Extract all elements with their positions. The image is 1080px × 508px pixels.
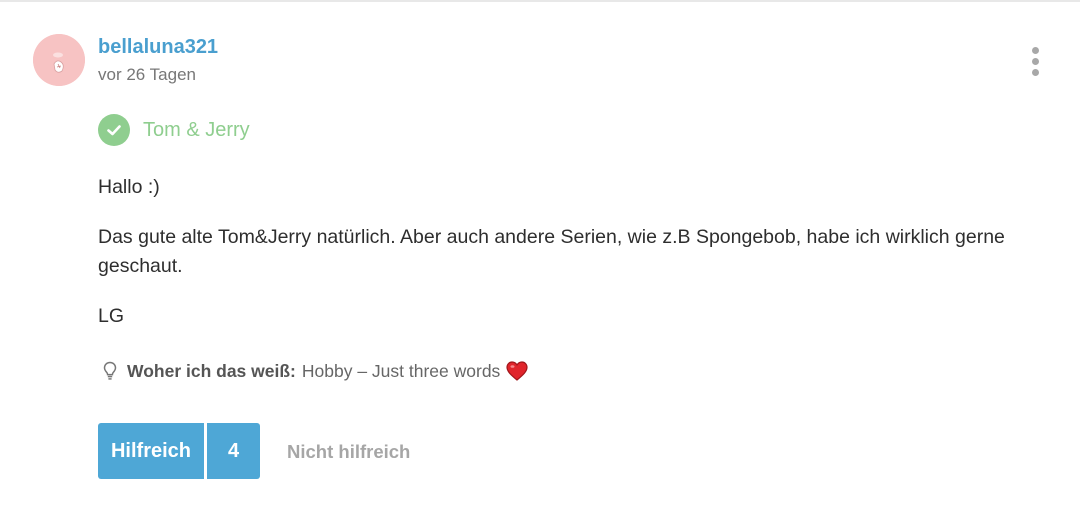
- helpful-vote-group: Hilfreich 4: [98, 423, 260, 479]
- post-paragraph: LG: [98, 305, 125, 327]
- avatar[interactable]: [33, 34, 85, 86]
- lightbulb-icon: [103, 361, 117, 381]
- source-value: Hobby – Just three words: [301, 360, 501, 381]
- more-vertical-icon: [1032, 47, 1039, 54]
- top-divider: [0, 0, 1080, 2]
- answer-choice-label: Tom & Jerry: [143, 118, 250, 141]
- source-label: Woher ich das weiß:: [127, 360, 296, 381]
- avatar-illustration-icon: [33, 34, 85, 86]
- post-paragraph: Das gute alte Tom&Jerry natürlich. Aber …: [98, 226, 1005, 277]
- author-name[interactable]: bellaluna321: [98, 36, 218, 59]
- heart-emoji-icon: [506, 361, 528, 381]
- helpful-button[interactable]: Hilfreich: [98, 423, 204, 479]
- not-helpful-button[interactable]: Nicht hilfreich: [287, 441, 410, 463]
- more-options-button[interactable]: [1022, 44, 1050, 80]
- answer-choice-tag: Tom & Jerry: [98, 114, 250, 146]
- helpful-count: 4: [207, 423, 260, 479]
- knowledge-source: Woher ich das weiß: Hobby – Just three w…: [103, 359, 528, 383]
- post-timestamp: vor 26 Tagen: [98, 65, 196, 84]
- post-paragraph: Hallo :): [98, 176, 160, 198]
- check-circle-icon: [98, 114, 130, 146]
